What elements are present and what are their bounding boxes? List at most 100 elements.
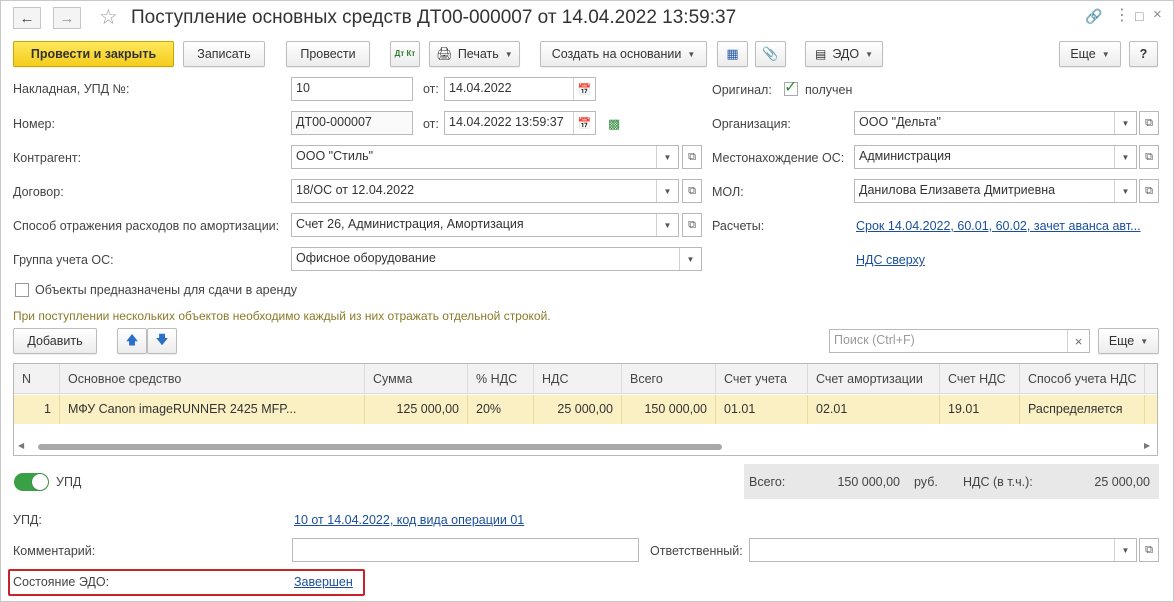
edo-label: ЭДО: [832, 47, 860, 61]
dropdown-caret-icon[interactable]: ▼: [1114, 539, 1136, 561]
column-header-n[interactable]: N: [14, 364, 60, 394]
rent-checkbox[interactable]: [15, 283, 29, 297]
scroll-left-icon[interactable]: ◀: [18, 441, 24, 450]
column-header-total[interactable]: Всего: [622, 364, 716, 394]
invoice-number-field[interactable]: 10: [291, 77, 413, 101]
structure-button[interactable]: ▦: [717, 41, 748, 67]
asset-group-value: Офисное оборудование: [296, 251, 436, 265]
mol-label: МОЛ:: [712, 185, 744, 199]
save-button[interactable]: Записать: [183, 41, 265, 67]
open-contract-button[interactable]: ⧉: [682, 179, 702, 203]
expense-method-field[interactable]: Счет 26, Администрация, Амортизация ▼: [291, 213, 679, 237]
arrow-right-icon: →: [59, 9, 75, 27]
move-down-button[interactable]: 🡇: [147, 328, 177, 354]
table-more-button[interactable]: Еще ▼: [1098, 328, 1159, 354]
column-header-sum[interactable]: Сумма: [365, 364, 468, 394]
column-header-vat-account[interactable]: Счет НДС: [940, 364, 1020, 394]
vat-total-label: НДС (в т.ч.):: [963, 475, 1033, 489]
column-header-vat-method[interactable]: Способ учета НДС: [1020, 364, 1145, 394]
post-button[interactable]: Провести: [286, 41, 370, 67]
post-and-close-button[interactable]: Провести и закрыть: [13, 41, 174, 67]
column-header-asset[interactable]: Основное средство: [60, 364, 365, 394]
vat-mode-link[interactable]: НДС сверху: [856, 253, 925, 267]
dropdown-caret-icon[interactable]: ▼: [656, 146, 678, 168]
dropdown-caret-icon[interactable]: ▼: [679, 248, 701, 270]
edo-state-link[interactable]: Завершен: [294, 575, 353, 589]
open-responsible-button[interactable]: ⧉: [1139, 538, 1159, 562]
dropdown-caret-icon[interactable]: ▼: [1114, 146, 1136, 168]
cell-total: 150 000,00: [622, 395, 716, 424]
table-more-label: Еще: [1108, 334, 1135, 348]
dropdown-caret-icon: ▼: [687, 49, 696, 59]
favorite-star-icon[interactable]: ☆: [99, 5, 118, 30]
number-date-field[interactable]: 14.04.2022 13:59:37 📅: [444, 111, 596, 135]
contract-value: 18/ОС от 12.04.2022: [296, 183, 415, 197]
organization-field[interactable]: ООО "Дельта" ▼: [854, 111, 1137, 135]
assets-table[interactable]: N Основное средство Сумма % НДС НДС Всег…: [13, 363, 1158, 456]
column-header-account[interactable]: Счет учета: [716, 364, 808, 394]
settlements-link[interactable]: Срок 14.04.2022, 60.01, 60.02, зачет ава…: [856, 219, 1141, 233]
upd-link[interactable]: 10 от 14.04.2022, код вида операции 01: [294, 513, 524, 527]
cell-sum: 125 000,00: [365, 395, 468, 424]
organization-value: ООО "Дельта": [859, 115, 941, 129]
horizontal-scrollbar[interactable]: ◀ ▶: [18, 441, 1150, 451]
back-button[interactable]: ←: [13, 7, 41, 29]
open-contractor-button[interactable]: ⧉: [682, 145, 702, 169]
dt-kt-icon: Дт Кт: [394, 49, 416, 58]
upd-toggle[interactable]: [14, 473, 49, 491]
column-header-vat-rate[interactable]: % НДС: [468, 364, 534, 394]
open-expense-method-button[interactable]: ⧉: [682, 213, 702, 237]
calendar-icon[interactable]: 📅: [573, 78, 595, 100]
clear-search-icon[interactable]: ×: [1067, 330, 1089, 352]
invoice-date-label: от:: [423, 82, 439, 96]
structure-icon: ▦: [726, 46, 739, 61]
dropdown-caret-icon[interactable]: ▼: [656, 180, 678, 202]
move-up-button[interactable]: 🡅: [117, 328, 147, 354]
dropdown-caret-icon[interactable]: ▼: [656, 214, 678, 236]
green-check-document-icon[interactable]: ▩: [608, 116, 620, 132]
column-header-vat[interactable]: НДС: [534, 364, 622, 394]
settlements-label: Расчеты:: [712, 219, 765, 233]
comment-field[interactable]: [292, 538, 639, 562]
open-mol-button[interactable]: ⧉: [1139, 179, 1159, 203]
number-field[interactable]: ДТ00-000007: [291, 111, 413, 135]
scrollbar-thumb[interactable]: [38, 444, 722, 450]
link-icon[interactable]: 🔗: [1085, 8, 1102, 25]
maximize-icon[interactable]: □: [1135, 8, 1143, 24]
attach-button[interactable]: 📎: [755, 41, 786, 67]
dropdown-caret-icon[interactable]: ▼: [1114, 112, 1136, 134]
arrow-left-icon: ←: [19, 9, 35, 27]
create-based-on-button[interactable]: Создать на основании ▼: [540, 41, 707, 67]
calendar-icon[interactable]: 📅: [573, 112, 595, 134]
column-header-filler: [1145, 364, 1157, 394]
table-search-input[interactable]: Поиск (Ctrl+F) ×: [829, 329, 1090, 353]
edo-button[interactable]: ▤ ЭДО ▼: [805, 41, 883, 67]
currency-label: руб.: [914, 475, 938, 489]
more-vertical-icon[interactable]: ⋮: [1114, 5, 1130, 25]
add-row-button[interactable]: Добавить: [13, 328, 97, 354]
help-button[interactable]: ?: [1129, 41, 1158, 67]
cell-depreciation-account: 02.01: [808, 395, 940, 424]
close-icon[interactable]: ×: [1153, 6, 1162, 23]
invoice-date-field[interactable]: 14.04.2022 📅: [444, 77, 596, 101]
arrow-up-icon: 🡅: [125, 332, 139, 347]
open-organization-button[interactable]: ⧉: [1139, 111, 1159, 135]
contractor-field[interactable]: ООО "Стиль" ▼: [291, 145, 679, 169]
mol-field[interactable]: Данилова Елизавета Дмитриевна ▼: [854, 179, 1137, 203]
asset-group-field[interactable]: Офисное оборудование ▼: [291, 247, 702, 271]
responsible-field[interactable]: ▼: [749, 538, 1137, 562]
column-header-depreciation-account[interactable]: Счет амортизации: [808, 364, 940, 394]
dt-kt-button[interactable]: Дт Кт: [390, 41, 420, 67]
cell-asset: МФУ Canon imageRUNNER 2425 MFP...: [60, 395, 365, 424]
dropdown-caret-icon[interactable]: ▼: [1114, 180, 1136, 202]
print-button[interactable]: 🖨 Печать ▼: [429, 41, 520, 67]
open-location-button[interactable]: ⧉: [1139, 145, 1159, 169]
scroll-right-icon[interactable]: ▶: [1144, 441, 1150, 450]
contract-field[interactable]: 18/ОС от 12.04.2022 ▼: [291, 179, 679, 203]
forward-button[interactable]: →: [53, 7, 81, 29]
total-value: 150 000,00: [837, 475, 900, 489]
comment-label: Комментарий:: [13, 544, 96, 558]
printer-icon: 🖨: [436, 46, 453, 61]
location-field[interactable]: Администрация ▼: [854, 145, 1137, 169]
more-button[interactable]: Еще ▼: [1059, 41, 1121, 67]
